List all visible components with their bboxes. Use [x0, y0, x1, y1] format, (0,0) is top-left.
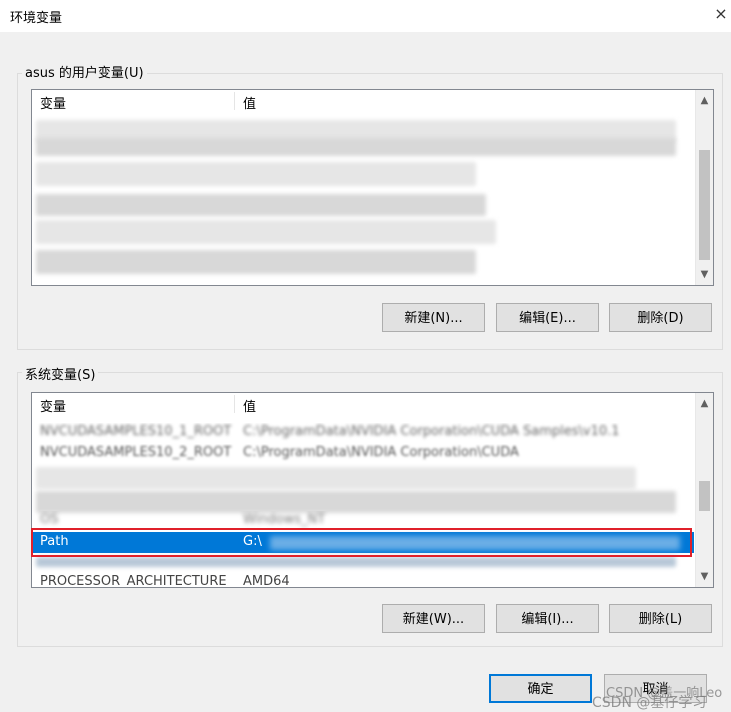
table-row[interactable]: NVCUDASAMPLES10_1_ROOT C:\ProgramData\NV…: [32, 423, 694, 443]
column-header-variable[interactable]: 变量: [40, 93, 66, 112]
system-new-button[interactable]: 新建(W)...: [382, 604, 485, 633]
system-list-header: 变量 值: [32, 393, 713, 415]
redacted-row: [36, 162, 476, 186]
user-new-button[interactable]: 新建(N)...: [382, 303, 485, 332]
row-variable: PROCESSOR_ARCHITECTURE: [40, 574, 227, 587]
user-variables-label: asus 的用户变量(U): [22, 62, 147, 81]
scroll-down-icon[interactable]: ▼: [696, 266, 713, 283]
column-header-variable[interactable]: 变量: [40, 396, 66, 415]
row-variable: OS: [40, 512, 59, 527]
watermark-text: CSDN @基仔学习: [592, 695, 707, 711]
redacted-row: [36, 194, 486, 216]
redacted-row: [36, 220, 496, 244]
scroll-thumb[interactable]: [699, 150, 710, 260]
scroll-up-icon[interactable]: ▲: [696, 395, 713, 412]
user-edit-button[interactable]: 编辑(E)...: [496, 303, 599, 332]
ok-button[interactable]: 确定: [489, 674, 592, 703]
system-delete-button[interactable]: 删除(L): [609, 604, 712, 633]
column-header-value[interactable]: 值: [243, 93, 256, 112]
user-variables-list[interactable]: 变量 值 ▲ ▼: [31, 89, 714, 286]
user-delete-button[interactable]: 删除(D): [609, 303, 712, 332]
column-header-value[interactable]: 值: [243, 396, 256, 415]
system-variables-label: 系统变量(S): [22, 364, 99, 383]
path-row-highlight: [31, 528, 692, 557]
row-value: C:\ProgramData\NVIDIA Corporation\CUDA S…: [243, 424, 620, 439]
scroll-thumb[interactable]: [699, 481, 710, 511]
row-variable: NVCUDASAMPLES10_2_ROOT: [40, 445, 232, 460]
scroll-up-icon[interactable]: ▲: [696, 92, 713, 109]
column-separator: [234, 395, 235, 413]
scroll-down-icon[interactable]: ▼: [696, 568, 713, 585]
user-list-header: 变量 值: [32, 90, 713, 112]
table-row[interactable]: PROCESSOR_ARCHITECTURE AMD64: [32, 571, 694, 587]
redacted-row: [36, 138, 676, 156]
system-list-scrollbar[interactable]: ▲ ▼: [695, 393, 713, 587]
redacted-row: [36, 491, 676, 513]
table-row[interactable]: NVCUDASAMPLES10_2_ROOT C:\ProgramData\NV…: [32, 444, 694, 464]
row-value: Windows_NT: [243, 512, 326, 527]
system-edit-button[interactable]: 编辑(I)...: [496, 604, 599, 633]
redacted-row: [36, 467, 636, 489]
redacted-row: [36, 250, 476, 274]
system-variables-list[interactable]: 变量 值 NVCUDASAMPLES10_1_ROOT C:\ProgramDa…: [31, 392, 714, 588]
column-separator: [234, 92, 235, 110]
row-variable: NVCUDASAMPLES10_1_ROOT: [40, 424, 232, 439]
window-title: 环境变量: [10, 11, 63, 26]
close-icon[interactable]: ×: [712, 4, 730, 24]
user-list-scrollbar[interactable]: ▲ ▼: [695, 90, 713, 285]
redacted-row: [36, 557, 676, 567]
row-value: AMD64: [243, 574, 290, 587]
title-bar: [0, 0, 731, 32]
row-value: C:\ProgramData\NVIDIA Corporation\CUDA: [243, 445, 519, 460]
table-row[interactable]: OS Windows_NT: [32, 511, 694, 529]
